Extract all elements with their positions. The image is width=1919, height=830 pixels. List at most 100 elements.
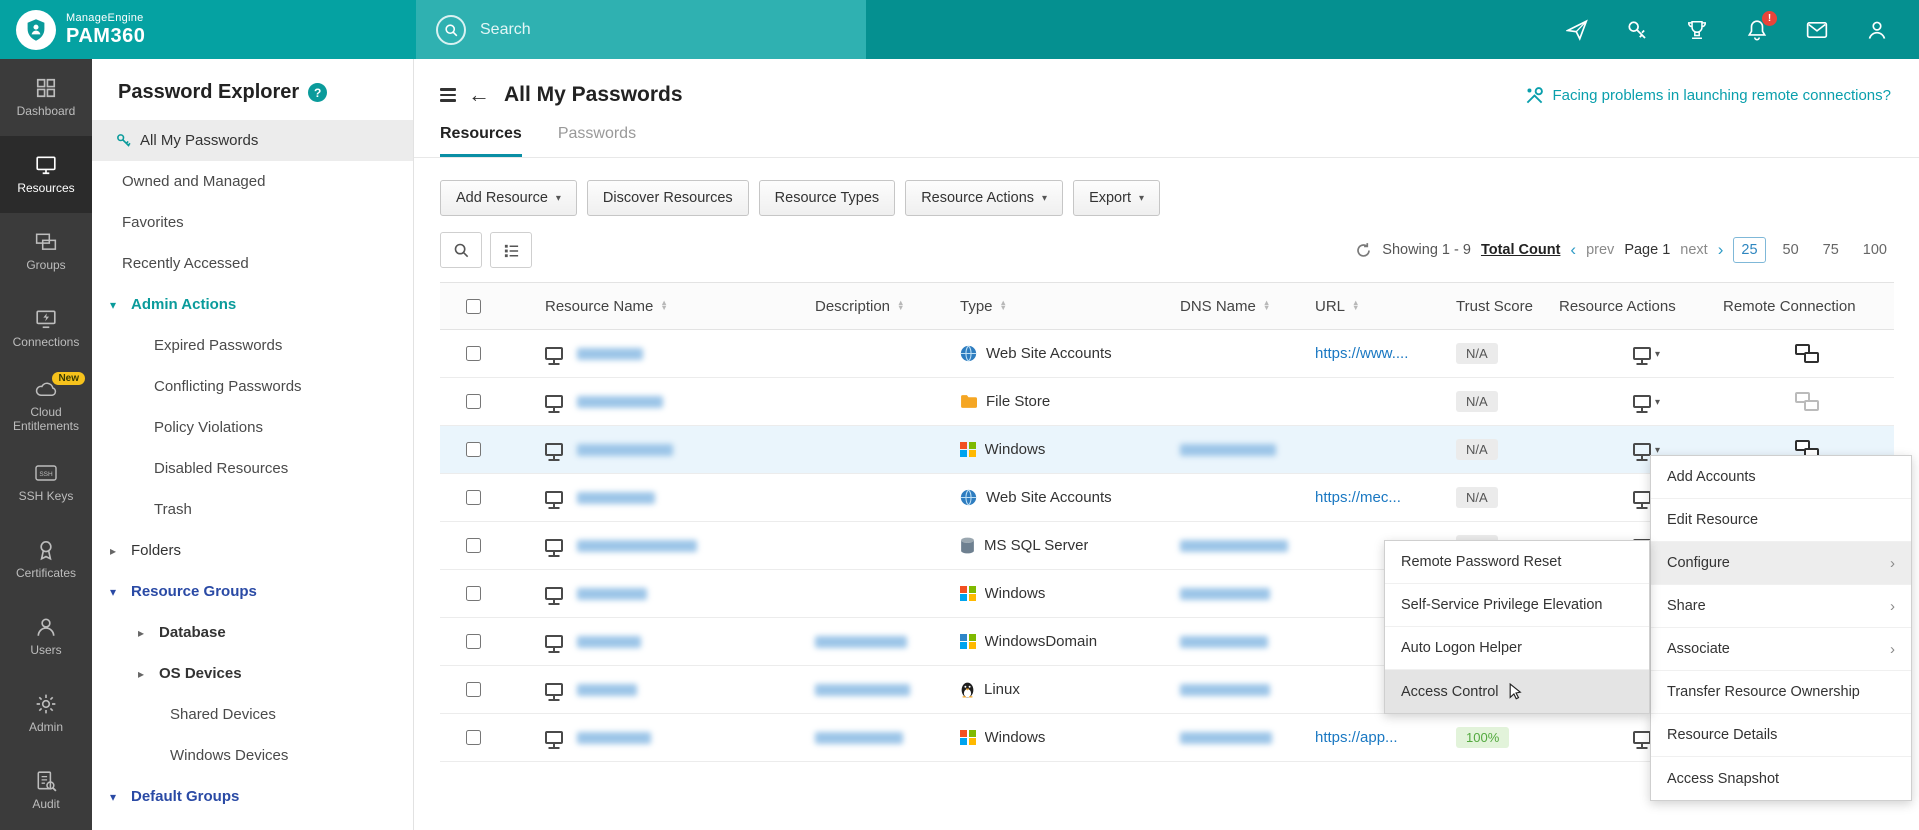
tab-resources[interactable]: Resources	[440, 125, 522, 157]
resource-name-blurred[interactable]	[577, 683, 637, 696]
sort-icon[interactable]: ▲ ▼	[1263, 299, 1270, 311]
page-size-50[interactable]: 50	[1776, 238, 1806, 262]
resource-name-blurred[interactable]	[577, 635, 641, 648]
explorer-group-resource-groups[interactable]: ▾ Resource Groups	[92, 571, 413, 612]
brand-logo[interactable]: ManageEngine PAM360	[0, 0, 416, 59]
resource-url-link[interactable]: https://www....	[1315, 345, 1408, 362]
explorer-item-trash[interactable]: Trash	[92, 489, 413, 530]
rewards-trophy-icon[interactable]	[1685, 18, 1709, 42]
explorer-item-conflicting-passwords[interactable]: Conflicting Passwords	[92, 366, 413, 407]
sort-icon[interactable]: ▲ ▼	[897, 299, 904, 311]
row-checkbox[interactable]	[466, 586, 481, 601]
submenu-item-self-service-privilege-elevation[interactable]: Self-Service Privilege Elevation	[1385, 584, 1649, 627]
remote-connection-icon[interactable]	[1795, 344, 1819, 363]
sidebar-item-groups[interactable]: Groups	[0, 213, 92, 290]
submenu-item-access-control[interactable]: Access Control	[1385, 670, 1649, 713]
help-icon[interactable]: ?	[308, 83, 328, 102]
sidebar-item-resources[interactable]: Resources	[0, 136, 92, 213]
row-checkbox[interactable]	[466, 682, 481, 697]
row-checkbox[interactable]	[466, 442, 481, 457]
menu-item-configure[interactable]: Configure ›	[1651, 542, 1911, 585]
resource-name-blurred[interactable]	[577, 347, 643, 360]
menu-item-share[interactable]: Share ›	[1651, 585, 1911, 628]
resource-name-blurred[interactable]	[577, 731, 651, 744]
password-access-key-icon[interactable]	[1625, 18, 1649, 42]
explorer-group-default-groups[interactable]: ▾ Default Groups	[92, 776, 413, 817]
col-dns-name[interactable]: DNS Name	[1180, 298, 1256, 315]
next-chevron-icon[interactable]: ›	[1718, 240, 1724, 260]
collapse-panel-icon[interactable]	[440, 88, 456, 102]
resource-types-button[interactable]: Resource Types	[758, 180, 896, 216]
resource-actions-menu-button[interactable]: ▾	[1633, 347, 1660, 360]
col-description[interactable]: Description	[815, 298, 890, 315]
menu-item-resource-details[interactable]: Resource Details	[1651, 714, 1911, 757]
tab-passwords[interactable]: Passwords	[558, 125, 636, 157]
add-resource-button[interactable]: Add Resource ▾	[440, 180, 577, 216]
submenu-item-remote-password-reset[interactable]: Remote Password Reset	[1385, 541, 1649, 584]
menu-item-associate[interactable]: Associate ›	[1651, 628, 1911, 671]
sidebar-item-cloud-entitlements[interactable]: New Cloud Entitlements	[0, 367, 92, 444]
resource-url-link[interactable]: https://app...	[1315, 729, 1398, 746]
resource-url-link[interactable]: https://mec...	[1315, 489, 1401, 506]
menu-item-access-snapshot[interactable]: Access Snapshot	[1651, 757, 1911, 800]
sidebar-item-admin[interactable]: Admin	[0, 675, 92, 752]
resource-actions-button[interactable]: Resource Actions ▾	[905, 180, 1064, 216]
explorer-item-windows-devices[interactable]: Windows Devices	[92, 735, 413, 776]
page-size-75[interactable]: 75	[1816, 238, 1846, 262]
resource-name-blurred[interactable]	[577, 491, 655, 504]
sidebar-item-audit[interactable]: Audit	[0, 752, 92, 829]
resource-name-blurred[interactable]	[577, 587, 647, 600]
explorer-item-owned-and-managed[interactable]: Owned and Managed	[92, 161, 413, 202]
table-search-button[interactable]	[440, 232, 482, 268]
col-type[interactable]: Type	[960, 298, 993, 315]
row-checkbox[interactable]	[466, 730, 481, 745]
sort-icon[interactable]: ▲ ▼	[660, 299, 667, 311]
row-checkbox[interactable]	[466, 346, 481, 361]
explorer-group-folders[interactable]: ▸ Folders	[92, 530, 413, 571]
send-icon[interactable]	[1565, 18, 1589, 42]
explorer-group-admin-actions[interactable]: ▾ Admin Actions	[92, 284, 413, 325]
notifications-bell-icon[interactable]: !	[1745, 10, 1777, 42]
resource-name-blurred[interactable]	[577, 395, 663, 408]
row-checkbox[interactable]	[466, 538, 481, 553]
explorer-item-policy-violations[interactable]: Policy Violations	[92, 407, 413, 448]
submenu-item-auto-logon-helper[interactable]: Auto Logon Helper	[1385, 627, 1649, 670]
menu-item-transfer-resource-ownership[interactable]: Transfer Resource Ownership	[1651, 671, 1911, 714]
sidebar-item-users[interactable]: Users	[0, 598, 92, 675]
explorer-item-disabled-resources[interactable]: Disabled Resources	[92, 448, 413, 489]
feedback-mail-icon[interactable]	[1805, 18, 1829, 42]
page-size-25[interactable]: 25	[1733, 237, 1766, 263]
sidebar-item-ssh-keys[interactable]: SSH SSH Keys	[0, 444, 92, 521]
explorer-item-recently-accessed[interactable]: Recently Accessed	[92, 243, 413, 284]
resource-name-blurred[interactable]	[577, 443, 673, 456]
explorer-item-os-devices[interactable]: ▸ OS Devices	[92, 653, 413, 694]
resource-name-blurred[interactable]	[577, 539, 697, 552]
col-url[interactable]: URL	[1315, 298, 1345, 315]
sidebar-item-connections[interactable]: Connections	[0, 290, 92, 367]
menu-item-edit-resource[interactable]: Edit Resource	[1651, 499, 1911, 542]
sort-icon[interactable]: ▲ ▼	[1352, 299, 1359, 311]
explorer-item-database[interactable]: ▸ Database	[92, 612, 413, 653]
explorer-item-shared-devices[interactable]: Shared Devices	[92, 694, 413, 735]
back-arrow-icon[interactable]: ←	[468, 84, 490, 106]
refresh-icon[interactable]	[1355, 242, 1372, 259]
menu-item-add-accounts[interactable]: Add Accounts	[1651, 456, 1911, 499]
explorer-item-favorites[interactable]: Favorites	[92, 202, 413, 243]
column-chooser-button[interactable]	[490, 232, 532, 268]
profile-icon[interactable]	[1865, 18, 1889, 42]
prev-chevron-icon[interactable]: ‹	[1570, 240, 1576, 260]
select-all-checkbox[interactable]	[466, 298, 481, 314]
search-input[interactable]	[480, 20, 780, 39]
prev-link[interactable]: prev	[1586, 242, 1614, 258]
discover-resources-button[interactable]: Discover Resources	[586, 180, 749, 216]
page-size-100[interactable]: 100	[1856, 238, 1894, 262]
sort-icon[interactable]: ▲ ▼	[1000, 299, 1007, 311]
export-button[interactable]: Export ▾	[1073, 180, 1161, 216]
global-search[interactable]	[416, 0, 866, 59]
explorer-item-all-my-passwords[interactable]: All My Passwords	[92, 120, 413, 161]
table-row[interactable]: File Store N/A ▾	[440, 378, 1894, 426]
col-resource-name[interactable]: Resource Name	[545, 298, 653, 315]
total-count-link[interactable]: Total Count	[1481, 242, 1560, 258]
row-checkbox[interactable]	[466, 394, 481, 409]
explorer-item-expired-passwords[interactable]: Expired Passwords	[92, 325, 413, 366]
